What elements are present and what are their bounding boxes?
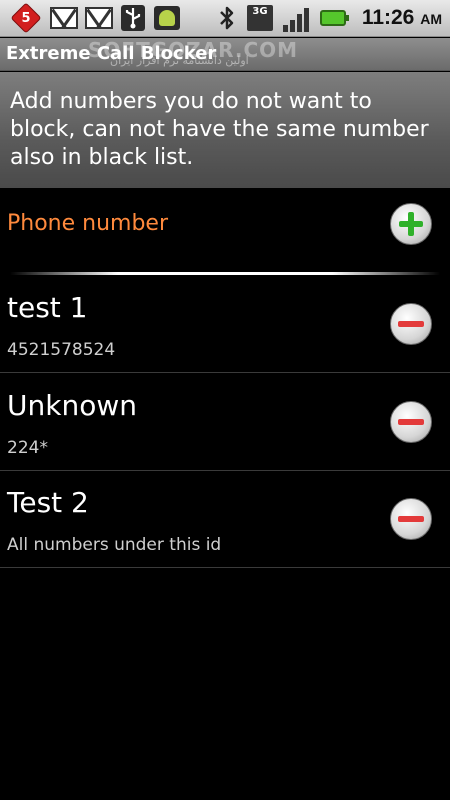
clock-time: 11:26 — [361, 6, 415, 29]
android-debug-icon — [152, 4, 182, 32]
entry-detail: All numbers under this id — [7, 535, 222, 555]
signal-icon — [282, 4, 310, 32]
network-3g-icon: 3G — [246, 4, 274, 32]
list-item[interactable]: test 1 4521578524 — [0, 276, 450, 373]
list-item[interactable]: Unknown 224* — [0, 374, 450, 471]
entry-name: Test 2 — [7, 486, 89, 519]
entry-name: Unknown — [7, 389, 137, 422]
watermark-subtitle: اولین دانشنامه نرم افزار ایران — [110, 54, 249, 67]
minus-icon — [398, 516, 424, 522]
description-text: Add numbers you do not want to block, ca… — [10, 89, 429, 170]
network-type: 3G — [247, 5, 273, 31]
add-number-button[interactable] — [390, 203, 432, 245]
gmail-icon[interactable] — [84, 4, 114, 32]
entry-detail: 224* — [7, 438, 48, 458]
clock-ampm: AM — [420, 11, 442, 27]
phone-number-header: Phone number — [7, 211, 169, 236]
app-title-bar: Extreme Call Blocker SOFTGOZAR.COM اولین… — [0, 38, 450, 71]
remove-entry-button[interactable] — [390, 498, 432, 540]
divider — [10, 272, 440, 275]
usb-icon — [120, 4, 146, 32]
minus-icon — [398, 321, 424, 327]
entry-name: test 1 — [7, 291, 88, 324]
clock: 11:26 AM — [362, 6, 442, 30]
notification-count: 5 — [21, 10, 31, 26]
battery-icon — [318, 4, 349, 32]
list-header: Phone number — [0, 188, 450, 274]
entry-detail: 4521578524 — [7, 340, 116, 360]
plus-icon — [399, 212, 423, 236]
description-panel: Add numbers you do not want to block, ca… — [0, 72, 450, 188]
notification-badge-icon[interactable]: 5 — [10, 2, 42, 34]
gmail-icon[interactable] — [49, 4, 79, 32]
minus-icon — [398, 419, 424, 425]
list-item[interactable]: Test 2 All numbers under this id — [0, 471, 450, 568]
remove-entry-button[interactable] — [390, 303, 432, 345]
remove-entry-button[interactable] — [390, 401, 432, 443]
status-bar: 5 3G 11:26 AM — [0, 0, 450, 37]
bluetooth-icon — [216, 4, 238, 32]
